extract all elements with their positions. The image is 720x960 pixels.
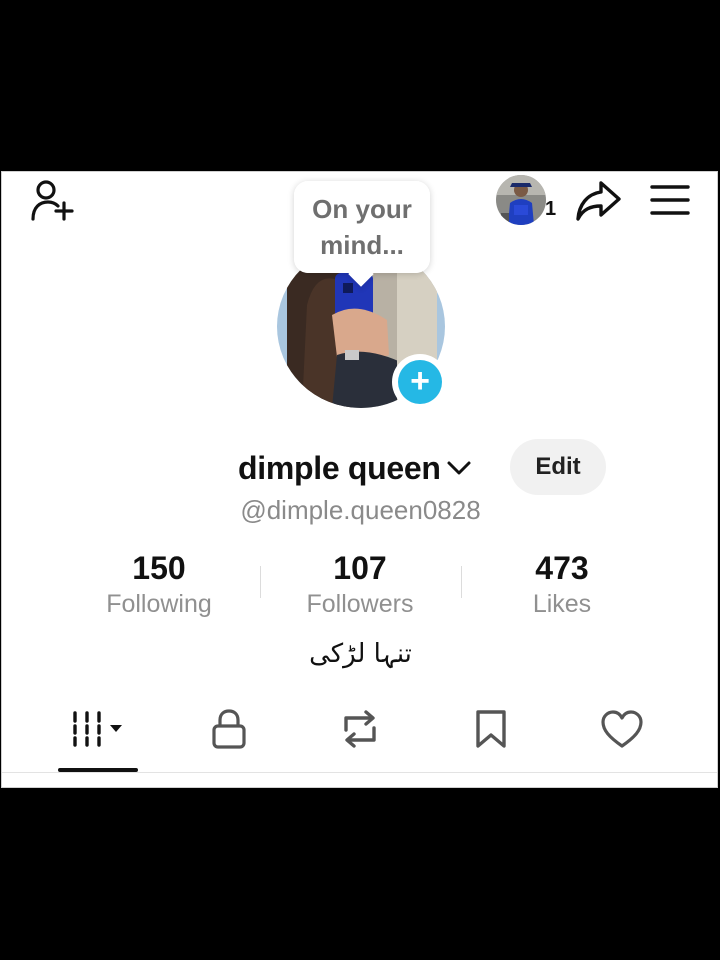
stat-value: 473 <box>535 550 589 586</box>
stat-value: 107 <box>333 550 387 586</box>
stat-label: Followers <box>306 590 414 618</box>
tab-liked[interactable] <box>587 704 657 758</box>
plus-icon: + <box>398 360 442 404</box>
videos-grid-icon <box>67 709 131 754</box>
add-friend-icon[interactable] <box>26 176 80 224</box>
profile-screen: 1 + On your mind... dimple queen Edit @d… <box>1 171 718 788</box>
share-icon[interactable] <box>572 175 624 225</box>
tab-private[interactable] <box>194 704 264 758</box>
tab-videos[interactable] <box>58 704 140 758</box>
stat-label: Following <box>106 590 212 618</box>
chevron-down-icon <box>445 457 473 479</box>
display-name: dimple queen <box>238 449 441 486</box>
status-bubble[interactable]: On your mind... <box>294 181 430 287</box>
stat-following[interactable]: 150 Following <box>59 549 259 621</box>
stat-label: Likes <box>532 590 592 618</box>
mini-avatar[interactable] <box>496 175 546 225</box>
stat-value: 150 <box>132 550 186 586</box>
bookmark-icon <box>473 708 509 755</box>
notification-count: 1 <box>545 198 557 220</box>
lock-icon <box>209 708 249 755</box>
name-selector[interactable]: dimple queen <box>238 448 473 488</box>
bubble-text: On your mind... <box>294 181 430 273</box>
tab-baseline <box>2 772 717 773</box>
stat-followers[interactable]: 107 Followers <box>260 549 460 621</box>
tab-saved[interactable] <box>456 704 526 758</box>
repost-icon <box>338 708 382 755</box>
stat-likes[interactable]: 473 Likes <box>462 549 662 621</box>
edit-profile-button[interactable]: Edit <box>510 439 606 495</box>
bio-text: تنہا لڑکی <box>309 639 412 669</box>
add-story-button[interactable]: + <box>392 354 448 410</box>
tab-reposts[interactable] <box>325 704 395 758</box>
heart-icon <box>599 708 645 755</box>
menu-icon[interactable] <box>644 178 696 222</box>
username: @dimple.queen0828 <box>240 495 481 525</box>
